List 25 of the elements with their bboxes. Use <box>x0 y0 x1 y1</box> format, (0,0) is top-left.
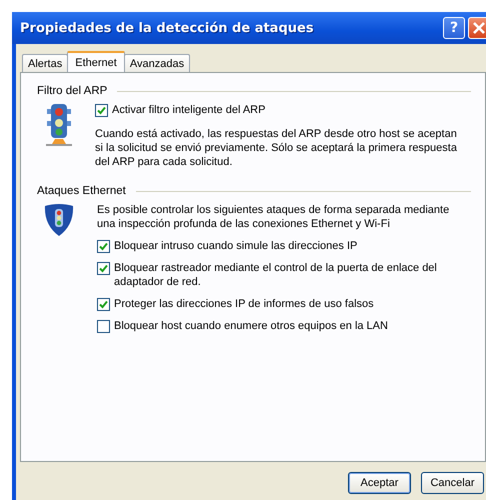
attack-checkbox-option[interactable]: Bloquear rastreador mediante el control de la puerta de enlace del adaptador de red. <box>97 261 459 289</box>
description-text: Es posible controlar los siguientes ataques de forma separada mediante una inspección profunda de las conexiones Ethernet y Wi-Fi <box>97 203 450 231</box>
help-button[interactable]: ? <box>443 17 465 39</box>
tab[interactable]: Alertas <box>22 54 68 72</box>
checkbox[interactable] <box>97 240 110 253</box>
close-button[interactable] <box>468 17 486 39</box>
attack-checkbox-option[interactable]: Bloquear intruso cuando simule las direcciones IP <box>97 239 459 253</box>
shield-icon <box>43 203 75 237</box>
attack-checkbox-option[interactable]: Proteger las direcciones IP de informes de uso falsos <box>97 297 459 311</box>
dialog-button[interactable]: Aceptar <box>348 472 411 494</box>
attack-checkbox-option[interactable]: Bloquear host cuando enumere otros equipos en la LAN <box>97 319 459 333</box>
dialog-button[interactable]: Cancelar <box>421 472 484 494</box>
checkbox[interactable] <box>97 262 110 275</box>
section-heading: Ataques Ethernet <box>37 185 126 197</box>
tab[interactable]: Ethernet <box>67 51 125 72</box>
tab[interactable]: Avanzadas <box>124 54 190 72</box>
window-title: Propiedades de la detección de ataques <box>20 20 315 36</box>
checkbox[interactable] <box>97 298 110 311</box>
section-heading: Filtro del ARP <box>37 85 108 97</box>
smart-arp-checkbox-option[interactable]: Activar filtro inteligente del ARP <box>95 103 459 117</box>
checkbox[interactable] <box>95 104 108 117</box>
close-icon <box>472 21 486 35</box>
traffic-light-icon <box>45 103 73 149</box>
description-text: Cuando está activado, las respuestas del ARP desde otro host se aceptan si la solicitud se envió previamente. Sólo se aceptará la primera respuesta del ARP para cada solicitud. <box>95 127 458 169</box>
checkbox[interactable] <box>97 320 110 333</box>
